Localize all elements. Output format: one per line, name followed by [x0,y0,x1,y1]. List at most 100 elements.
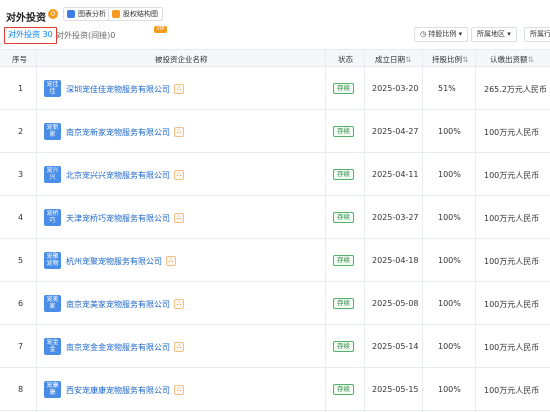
subscribed-capital: 100万元人民币 [484,213,540,223]
section-header: 对外投资 0 图表分析 股权结构图 [0,0,550,28]
equity-tree-icon[interactable]: ⛬ [166,255,176,266]
col-header-date[interactable]: 成立日期⇅ [375,54,411,65]
holding-ratio: 100% [438,341,461,351]
section-title: 对外投资 [6,13,46,24]
row-number: 5 [18,255,24,265]
company-name-link[interactable]: 西安宠康康宠物服务有限公司 [66,385,170,396]
row-number: 1 [18,83,24,93]
holding-ratio: 100% [438,255,461,265]
status-badge: 存续 [333,254,354,266]
subscribed-capital: 100万元人民币 [484,385,540,395]
table-header: 序号 被投资企业名称 状态 成立日期⇅ 持股比例⇅ 认缴出资额⇅ [0,49,550,67]
equity-tree-icon[interactable]: ⛬ [174,126,184,137]
established-date: 2025-03-27 [372,212,419,222]
company-logo: 宠新家 [44,122,61,140]
ratio-filter-label: 持股比例 [428,30,457,38]
company-name-link[interactable]: 杭州宠聚宠物服务有限公司 [66,256,162,267]
established-date: 2025-05-15 [372,384,419,394]
company-name-link[interactable]: 天津宠桥巧宠物服务有限公司 [66,213,170,224]
col-header-name: 被投资企业名称 [155,55,208,64]
holding-ratio: 100% [438,126,461,136]
company-name-link[interactable]: 南京宠金金宠物服务有限公司 [66,342,170,353]
row-number: 7 [18,341,24,351]
tab-indirect-label: 对外投资(间接) [56,31,111,40]
col-header-date-label: 成立日期 [375,55,405,64]
ratio-filter[interactable]: ◷ 持股比例 ▾ [414,27,469,42]
subscribed-capital: 100万元人民币 [484,342,540,352]
company-name-link[interactable]: 北京宠兴兴宠物服务有限公司 [66,170,170,181]
subscribed-capital: 265.2万元人民币 [484,84,547,94]
vip-badge: 0 [48,9,58,19]
col-header-status: 状态 [338,55,353,64]
status-badge: 存续 [333,383,354,395]
row-number: 8 [18,384,24,394]
equity-tree-icon[interactable]: ⛬ [174,212,184,223]
established-date: 2025-05-08 [372,298,419,308]
company-logo: 宠聚宠物 [44,251,61,269]
equity-tree-icon[interactable]: ⛬ [174,83,184,94]
company-logo: 宠桥巧 [44,208,61,226]
subscribed-capital: 100万元人民币 [484,170,540,180]
company-logo: 宠金金 [44,337,61,355]
col-header-no: 序号 [12,55,27,64]
tab-indirect-investment[interactable]: 对外投资(间接)0 VIP [56,26,167,41]
tab-direct-investment[interactable]: 对外投资 30 [4,27,57,44]
company-logo: 宠佳佳 [44,79,61,97]
indirect-vip-badge: VIP [154,26,167,33]
company-logo: 宠康康 [44,380,61,398]
sort-icon: ⇅ [405,55,412,64]
row-number: 3 [18,169,24,179]
subscribed-capital: 100万元人民币 [484,256,540,266]
chevron-down-icon: ▾ [456,30,463,38]
status-badge: 存续 [333,211,354,223]
tab-direct-count: 30 [42,30,53,39]
chart-analysis-label: 图表分析 [78,10,106,18]
subscribed-capital: 100万元人民币 [484,299,540,309]
equity-tree-icon[interactable]: ⛬ [174,169,184,180]
region-filter[interactable]: 所属地区 ▾ [471,27,517,42]
region-filter-label: 所属地区 [477,30,505,38]
company-name-link[interactable]: 南京宠美家宠物服务有限公司 [66,299,170,310]
holding-ratio: 100% [438,384,461,394]
established-date: 2025-03-20 [372,83,419,93]
sort-icon: ⇅ [462,55,469,64]
status-badge: 存续 [333,297,354,309]
col-header-ratio-label: 持股比例 [432,55,462,64]
tab-indirect-count: 0 [110,31,116,40]
equity-structure-button[interactable]: 股权结构图 [108,7,163,21]
holding-ratio: 100% [438,298,461,308]
established-date: 2025-04-18 [372,255,419,265]
industry-filter[interactable]: 所属行业 [524,27,550,42]
status-badge: 存续 [333,125,354,137]
row-number: 4 [18,212,24,222]
established-date: 2025-04-27 [372,126,419,136]
company-name-link[interactable]: 深圳宠佳佳宠物服务有限公司 [66,84,170,95]
chart-analysis-button[interactable]: 图表分析 [63,7,111,21]
structure-icon [112,10,120,18]
chart-icon [67,10,75,18]
col-header-ratio[interactable]: 持股比例⇅ [432,54,468,65]
company-logo: 宠兴兴 [44,165,61,183]
status-badge: 存续 [333,82,354,94]
chevron-down-icon: ▾ [505,30,511,38]
equity-structure-label: 股权结构图 [123,10,158,18]
col-header-capital-label: 认缴出资额 [490,55,528,64]
equity-tree-icon[interactable]: ⛬ [174,298,184,309]
row-number: 6 [18,298,24,308]
status-badge: 存续 [333,168,354,180]
status-badge: 存续 [333,340,354,352]
subscribed-capital: 100万元人民币 [484,127,540,137]
established-date: 2025-05-14 [372,341,419,351]
industry-filter-label: 所属行业 [530,30,550,38]
established-date: 2025-04-11 [372,169,419,179]
equity-tree-icon[interactable]: ⛬ [174,341,184,352]
holding-ratio: 100% [438,212,461,222]
tab-direct-label: 对外投资 [8,30,40,39]
sort-icon: ⇅ [527,55,534,64]
holding-ratio: 51% [438,83,456,93]
company-name-link[interactable]: 南京宠新家宠物服务有限公司 [66,127,170,138]
col-header-capital[interactable]: 认缴出资额⇅ [490,54,534,65]
equity-tree-icon[interactable]: ⛬ [174,384,184,395]
holding-ratio: 100% [438,169,461,179]
row-number: 2 [18,126,24,136]
